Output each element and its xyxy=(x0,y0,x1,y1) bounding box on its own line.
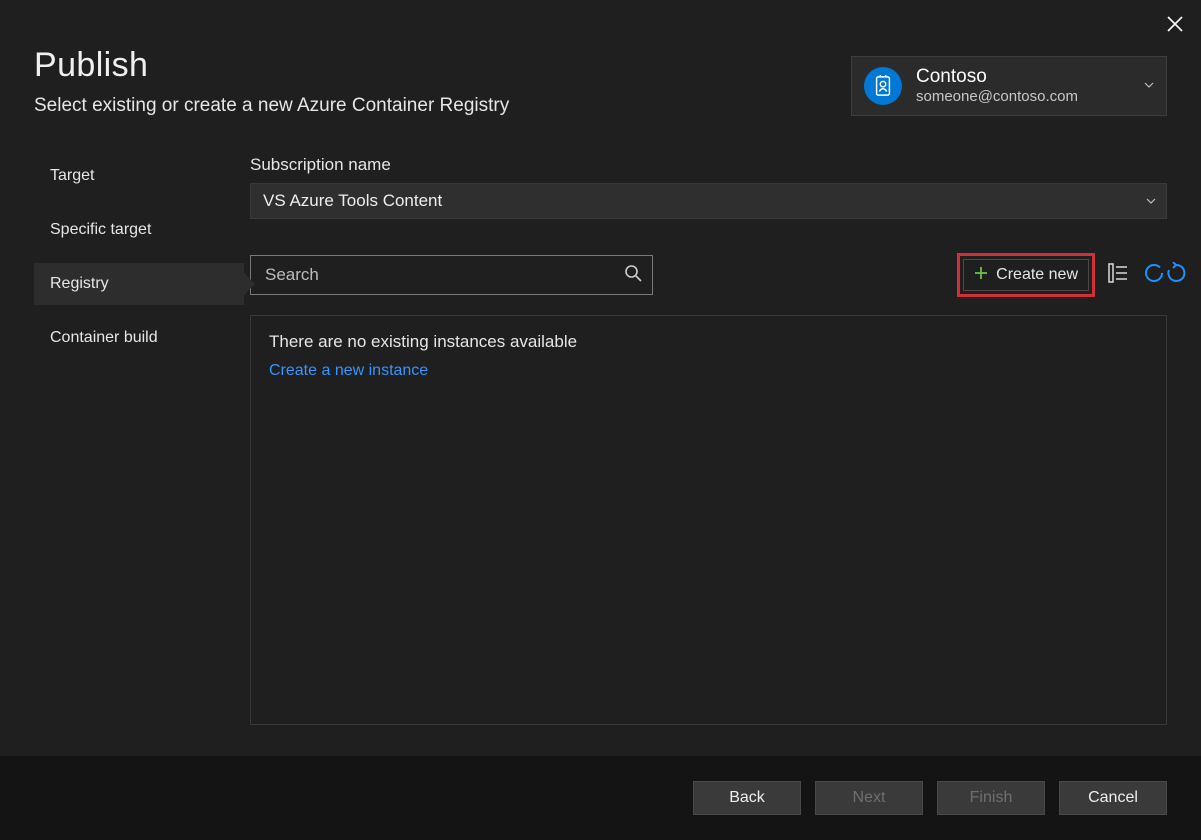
sidebar-item-specific-target[interactable]: Specific target xyxy=(34,209,244,251)
publish-dialog: Publish Select existing or create a new … xyxy=(0,0,1201,840)
sidebar-item-label: Container build xyxy=(50,329,158,347)
sidebar-item-registry[interactable]: Registry xyxy=(34,263,244,305)
instances-list: There are no existing instances availabl… xyxy=(250,315,1167,725)
chevron-down-icon xyxy=(1146,191,1156,211)
sidebar-item-label: Registry xyxy=(50,275,109,293)
account-email: someone@contoso.com xyxy=(916,88,1138,106)
subscription-select[interactable]: VS Azure Tools Content xyxy=(250,183,1167,219)
sidebar-item-container-build[interactable]: Container build xyxy=(34,317,244,359)
search-input[interactable] xyxy=(265,265,624,285)
search-row: Create new xyxy=(250,253,1167,297)
wizard-sidebar: Target Specific target Registry Containe… xyxy=(34,155,244,756)
back-button-label: Back xyxy=(729,789,765,807)
subscription-label: Subscription name xyxy=(250,155,1167,175)
tree-view-icon xyxy=(1108,263,1128,288)
search-input-wrap[interactable] xyxy=(250,255,653,295)
subscription-value: VS Azure Tools Content xyxy=(263,191,442,211)
sidebar-item-target[interactable]: Target xyxy=(34,155,244,197)
next-button[interactable]: Next xyxy=(815,781,923,815)
create-instance-link[interactable]: Create a new instance xyxy=(269,362,1148,380)
finish-button[interactable]: Finish xyxy=(937,781,1045,815)
cancel-button-label: Cancel xyxy=(1088,789,1138,807)
empty-instances-message: There are no existing instances availabl… xyxy=(269,332,1148,352)
search-icon xyxy=(624,264,642,287)
back-button[interactable]: Back xyxy=(693,781,801,815)
create-new-label: Create new xyxy=(996,266,1078,284)
sidebar-item-label: Target xyxy=(50,167,94,185)
annotation-highlight: Create new xyxy=(957,253,1095,297)
create-new-button[interactable]: Create new xyxy=(963,259,1089,291)
body-area: Target Specific target Registry Containe… xyxy=(0,155,1201,756)
plus-icon xyxy=(974,266,988,285)
refresh-icon xyxy=(1143,262,1165,289)
next-button-label: Next xyxy=(853,789,886,807)
sidebar-item-label: Specific target xyxy=(50,221,151,239)
content-area: Subscription name VS Azure Tools Content xyxy=(244,155,1167,756)
chevron-down-icon xyxy=(1138,77,1160,95)
cancel-button[interactable]: Cancel xyxy=(1059,781,1167,815)
finish-button-label: Finish xyxy=(970,789,1013,807)
account-picker[interactable]: Contoso someone@contoso.com xyxy=(851,56,1167,116)
account-name: Contoso xyxy=(916,66,1138,89)
account-avatar-icon xyxy=(864,67,902,105)
refresh-button[interactable] xyxy=(1141,262,1167,288)
view-tree-button[interactable] xyxy=(1105,262,1131,288)
dialog-footer: Back Next Finish Cancel xyxy=(0,756,1201,840)
account-text: Contoso someone@contoso.com xyxy=(916,66,1138,107)
